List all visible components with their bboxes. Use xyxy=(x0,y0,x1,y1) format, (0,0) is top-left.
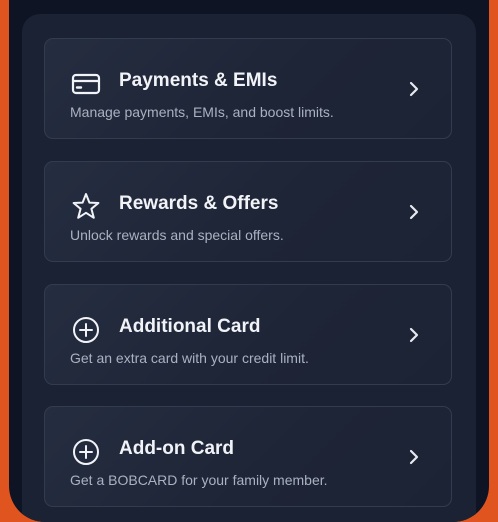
additional-card-card[interactable]: Additional Card Get an extra card with y… xyxy=(44,284,452,385)
card-subtitle: Get a BOBCARD for your family member. xyxy=(70,472,328,488)
plus-circle-icon xyxy=(73,439,99,465)
menu-panel: Payments & EMIs Manage payments, EMIs, a… xyxy=(22,14,476,522)
add-on-card-card[interactable]: Add-on Card Get a BOBCARD for your famil… xyxy=(44,406,452,507)
rewards-offers-card[interactable]: Rewards & Offers Unlock rewards and spec… xyxy=(44,161,452,262)
card-title: Payments & EMIs xyxy=(119,70,278,91)
chevron-right-icon xyxy=(409,449,419,465)
phone-screen: Payments & EMIs Manage payments, EMIs, a… xyxy=(9,0,489,522)
chevron-right-icon xyxy=(409,327,419,343)
card-subtitle: Unlock rewards and special offers. xyxy=(70,227,284,243)
card-subtitle: Manage payments, EMIs, and boost limits. xyxy=(70,104,334,120)
credit-card-icon xyxy=(71,73,101,95)
payments-emis-card[interactable]: Payments & EMIs Manage payments, EMIs, a… xyxy=(44,38,452,139)
chevron-right-icon xyxy=(409,204,419,220)
chevron-right-icon xyxy=(409,81,419,97)
plus-circle-icon xyxy=(73,317,99,343)
card-subtitle: Get an extra card with your credit limit… xyxy=(70,350,309,366)
card-title: Additional Card xyxy=(119,316,261,337)
card-title: Add-on Card xyxy=(119,438,235,459)
card-title: Rewards & Offers xyxy=(119,193,279,214)
star-icon xyxy=(72,193,100,219)
